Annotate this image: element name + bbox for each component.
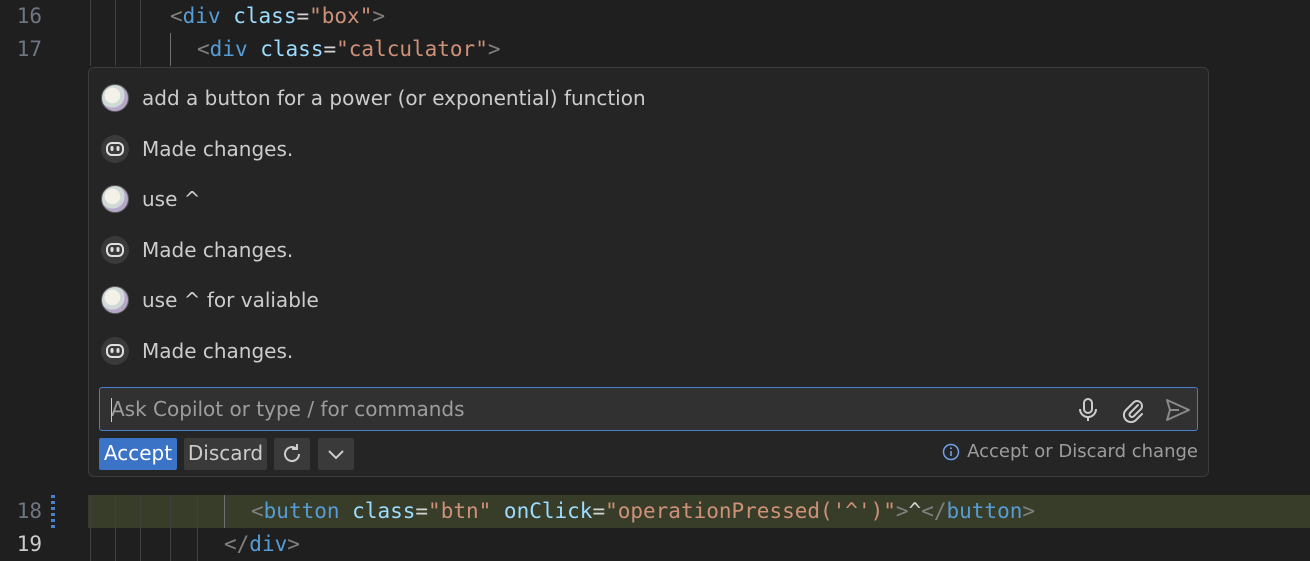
code-line-19[interactable]: 19 </div> xyxy=(0,528,1310,561)
copilot-inline-chat: add a button for a power (or exponential… xyxy=(88,67,1209,477)
code-text: <div class="box"> xyxy=(170,4,385,28)
chat-message-copilot: Made changes. xyxy=(101,134,293,164)
chat-input[interactable] xyxy=(100,388,1060,430)
info-icon xyxy=(942,443,960,461)
chat-message-user: use ^ for valiable xyxy=(101,285,319,315)
chat-message-user: add a button for a power (or exponential… xyxy=(101,83,646,113)
code-line-17[interactable]: 17 <div class="calculator"> xyxy=(0,33,1310,66)
microphone-icon[interactable] xyxy=(1073,395,1103,425)
refresh-icon[interactable] xyxy=(274,438,310,470)
line-number: 17 xyxy=(16,37,42,61)
chat-message-copilot: Made changes. xyxy=(101,235,293,265)
code-text: <div class="calculator"> xyxy=(197,37,501,61)
diff-added-marker xyxy=(51,495,55,528)
line-number: 19 xyxy=(16,532,42,556)
chat-message-copilot: Made changes. xyxy=(101,336,293,366)
discard-button[interactable]: Discard xyxy=(184,438,267,470)
chevron-down-icon[interactable] xyxy=(318,438,354,470)
status-hint: Accept or Discard change xyxy=(942,441,1198,462)
user-avatar xyxy=(101,286,129,314)
chat-input-box[interactable] xyxy=(99,387,1198,431)
attach-icon[interactable] xyxy=(1118,395,1148,425)
copilot-icon xyxy=(101,337,129,365)
chat-message-user: use ^ xyxy=(101,184,201,214)
user-avatar xyxy=(101,185,129,213)
code-text: <button class="btn" onClick="operationPr… xyxy=(251,499,1036,523)
line-number: 16 xyxy=(16,4,42,28)
send-icon[interactable] xyxy=(1163,395,1193,425)
copilot-icon xyxy=(101,135,129,163)
code-line-16[interactable]: 16 <div class="box"> xyxy=(0,0,1310,33)
user-avatar xyxy=(101,84,129,112)
copilot-icon xyxy=(101,236,129,264)
accept-button[interactable]: Accept xyxy=(99,438,177,470)
code-line-18-content: 18 <button class="btn" onClick="operatio… xyxy=(0,495,1310,528)
code-text: </div> xyxy=(224,532,300,556)
text-cursor xyxy=(111,398,112,422)
line-number: 18 xyxy=(16,499,42,523)
